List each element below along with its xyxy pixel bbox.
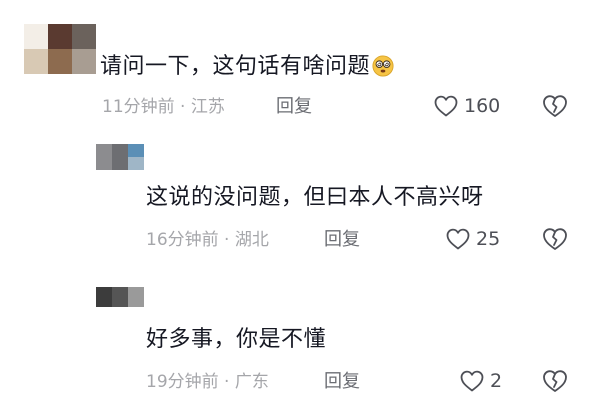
like-button[interactable]: 2	[460, 368, 502, 394]
avatar[interactable]	[24, 24, 96, 74]
like-button[interactable]: 25	[446, 226, 500, 252]
meta-separator: ·	[218, 372, 235, 392]
reply-button[interactable]: 回复	[324, 229, 360, 251]
broken-heart-icon[interactable]	[542, 368, 568, 394]
like-button[interactable]: 160	[434, 93, 500, 119]
reply-meta: 19分钟前 · 广东	[146, 371, 269, 393]
comment-body: 请问一下，这句话有啥问题	[100, 54, 371, 79]
like-count: 25	[476, 228, 501, 250]
reply-location: 广东	[234, 372, 269, 392]
reply-text: 好多事，你是不懂	[146, 327, 327, 352]
reply-text: 这说的没问题，但曰本人不高兴呀	[146, 185, 484, 210]
dizzy-face-emoji-icon	[372, 55, 394, 77]
reply-meta: 16分钟前 · 湖北	[146, 229, 269, 251]
heart-outline-icon	[434, 95, 458, 117]
comment-thread: 请问一下，这句话有啥问题 11分钟前 · 江苏 回复 160 这说的没问题，但曰…	[0, 0, 600, 406]
heart-outline-icon	[446, 228, 470, 250]
heart-outline-icon	[460, 370, 484, 392]
meta-separator: ·	[174, 97, 191, 117]
comment-time: 11分钟前	[102, 97, 175, 117]
avatar[interactable]	[96, 144, 144, 170]
avatar[interactable]	[96, 287, 144, 307]
meta-separator: ·	[218, 230, 235, 250]
reply-time: 16分钟前	[146, 230, 219, 250]
reply-time: 19分钟前	[146, 372, 219, 392]
broken-heart-icon[interactable]	[542, 93, 568, 119]
reply-location: 湖北	[234, 230, 269, 250]
like-count: 2	[490, 370, 503, 392]
reply-button[interactable]: 回复	[324, 371, 360, 393]
reply-button[interactable]: 回复	[276, 96, 312, 118]
comment-location: 江苏	[190, 97, 225, 117]
comment-meta: 11分钟前 · 江苏	[102, 96, 225, 118]
broken-heart-icon[interactable]	[542, 226, 568, 252]
comment-text: 请问一下，这句话有啥问题	[100, 52, 394, 82]
like-count: 160	[464, 95, 501, 117]
